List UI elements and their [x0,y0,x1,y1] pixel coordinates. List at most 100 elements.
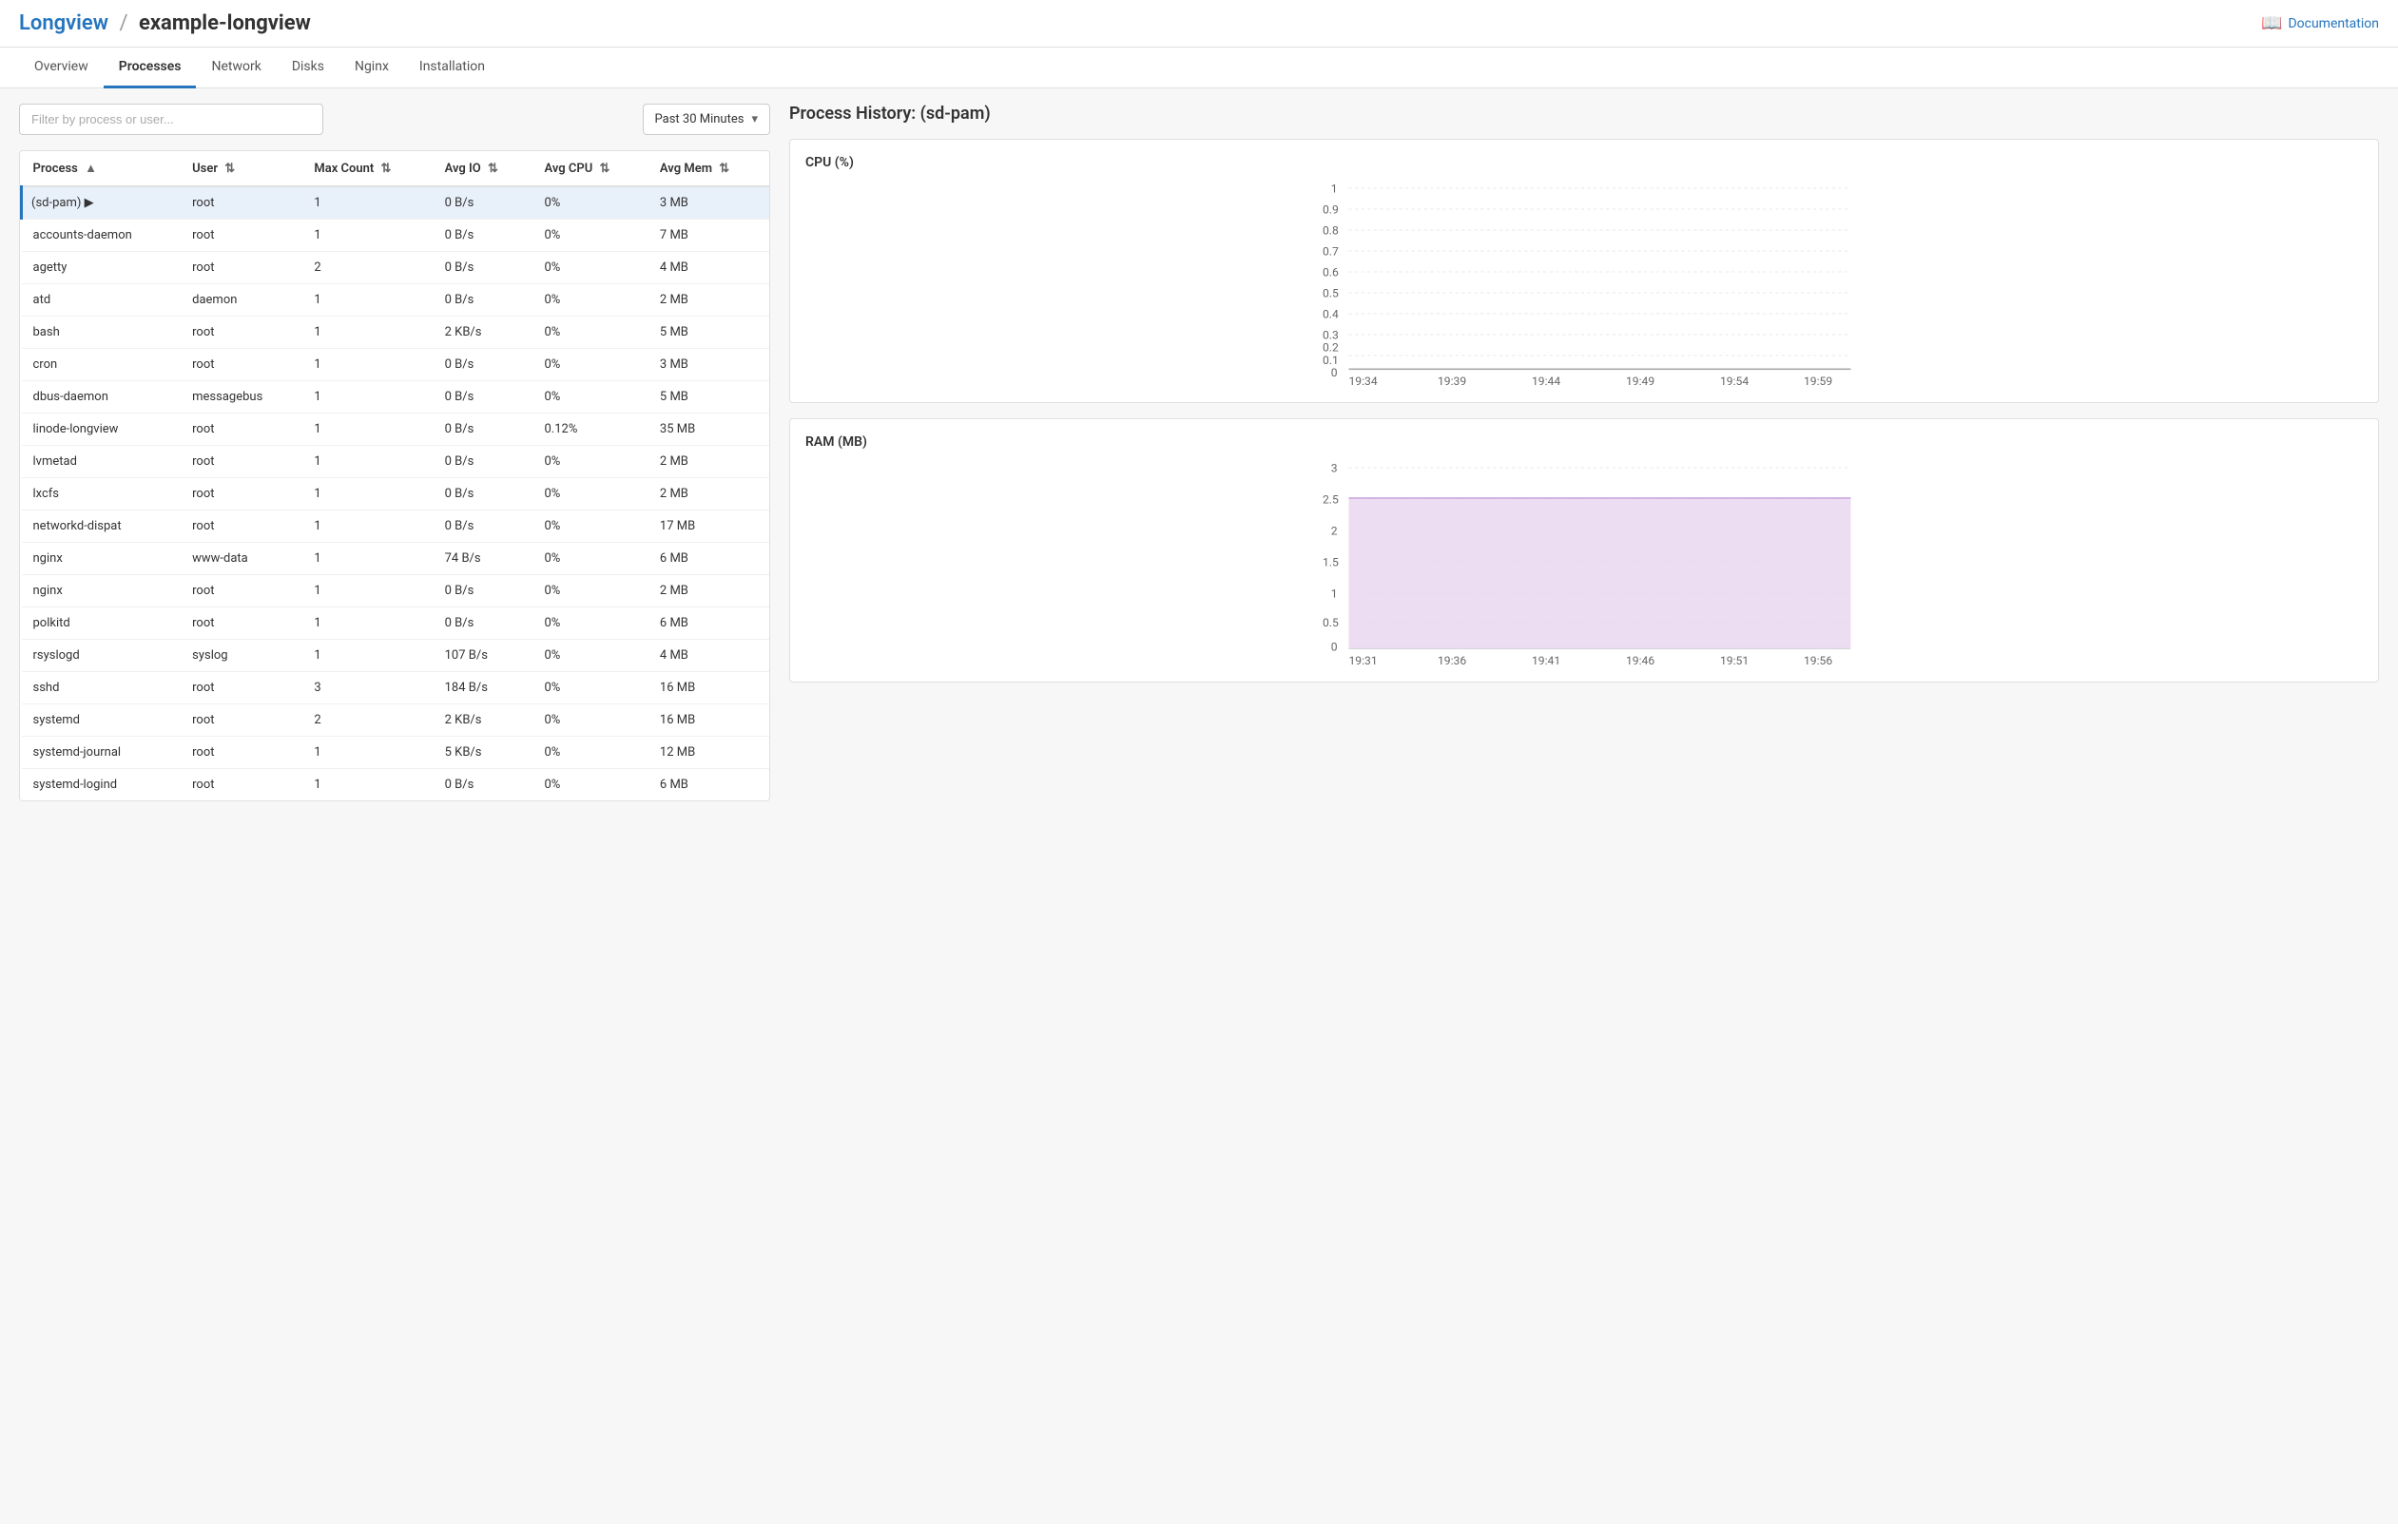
cell-avg-cpu: 0% [533,220,648,252]
cell-process: systemd-logind [22,769,182,801]
table-row[interactable]: lvmetadroot10 B/s0%2 MB [22,446,770,478]
table-row[interactable]: lxcfsroot10 B/s0%2 MB [22,478,770,510]
tab-overview[interactable]: Overview [19,48,104,88]
tab-network[interactable]: Network [196,48,276,88]
cell-avg-cpu: 0% [533,575,648,607]
table-row[interactable]: systemdroot22 KB/s0%16 MB [22,704,770,737]
cell-user: root [181,220,302,252]
tab-processes[interactable]: Processes [104,48,197,88]
cell-avg-mem: 2 MB [648,284,769,317]
cell-avg-mem: 5 MB [648,381,769,414]
table-row[interactable]: cronroot10 B/s0%3 MB [22,349,770,381]
documentation-link[interactable]: 📖 Documentation [2261,13,2379,33]
table-row[interactable]: networkd-dispatroot10 B/s0%17 MB [22,510,770,543]
col-user[interactable]: User ⇅ [181,151,302,186]
table-row[interactable]: systemd-logindroot10 B/s0%6 MB [22,769,770,801]
x-label-1956: 19:56 [1804,654,1832,666]
ram-y-label-2: 2 [1331,524,1338,537]
cell-avg-mem: 7 MB [648,220,769,252]
table-row[interactable]: (sd-pam) ▶root10 B/s0%3 MB [22,186,770,220]
table-row[interactable]: polkitdroot10 B/s0%6 MB [22,607,770,640]
cell-process: lvmetad [22,446,182,478]
cell-user: root [181,672,302,704]
cell-process: sshd [22,672,182,704]
cell-avg-io: 0 B/s [434,607,533,640]
processes-table: Process ▲ User ⇅ Max Count ⇅ Avg IO ⇅ Av… [20,151,769,800]
cell-avg-io: 107 B/s [434,640,533,672]
y-label-06: 0.6 [1323,265,1339,279]
cell-user: www-data [181,543,302,575]
x-label-1954: 19:54 [1720,375,1749,387]
tab-disks[interactable]: Disks [277,48,339,88]
tab-bar: Overview Processes Network Disks Nginx I… [0,48,2398,88]
time-select-value: Past 30 Minutes [655,112,745,126]
sort-asc-icon: ▲ [85,162,97,176]
cell-avg-io: 0 B/s [434,220,533,252]
cell-avg-mem: 6 MB [648,543,769,575]
cell-avg-io: 0 B/s [434,349,533,381]
col-avg-io[interactable]: Avg IO ⇅ [434,151,533,186]
tab-nginx[interactable]: Nginx [339,48,404,88]
cell-avg-io: 0 B/s [434,478,533,510]
cell-max-count: 1 [302,575,433,607]
brand-link[interactable]: Longview [19,11,108,35]
ram-y-label-3: 3 [1331,461,1338,474]
cell-avg-io: 2 KB/s [434,704,533,737]
cell-process: dbus-daemon [22,381,182,414]
col-avg-mem[interactable]: Avg Mem ⇅ [648,151,769,186]
ram-chart-label: RAM (MB) [805,434,2363,450]
table-row[interactable]: sshdroot3184 B/s0%16 MB [22,672,770,704]
cpu-chart-section: CPU (%) 1 0.9 0.8 0.7 0.6 0.5 0.4 0.3 0.… [789,139,2379,403]
table-row[interactable]: bashroot12 KB/s0%5 MB [22,317,770,349]
ram-chart-area: 3 2.5 2 1.5 1 0.5 0 [805,457,2363,666]
table-row[interactable]: accounts-daemonroot10 B/s0%7 MB [22,220,770,252]
y-label-01: 0.1 [1323,354,1339,367]
table-row[interactable]: systemd-journalroot15 KB/s0%12 MB [22,737,770,769]
table-row[interactable]: linode-longviewroot10 B/s0.12%35 MB [22,414,770,446]
col-max-count[interactable]: Max Count ⇅ [302,151,433,186]
x-label-1946: 19:46 [1626,654,1654,666]
ram-chart-section: RAM (MB) 3 2.5 2 1.5 1 0.5 0 [789,418,2379,683]
cell-avg-mem: 4 MB [648,252,769,284]
cell-avg-io: 0 B/s [434,381,533,414]
cell-max-count: 1 [302,317,433,349]
cell-max-count: 1 [302,640,433,672]
cell-user: root [181,704,302,737]
cell-user: root [181,446,302,478]
cell-process: networkd-dispat [22,510,182,543]
y-label-02: 0.2 [1323,341,1339,355]
cell-avg-cpu: 0% [533,317,648,349]
table-row[interactable]: nginxroot10 B/s0%2 MB [22,575,770,607]
cell-avg-cpu: 0% [533,510,648,543]
x-label-1944: 19:44 [1532,375,1560,387]
cell-avg-io: 5 KB/s [434,737,533,769]
cell-process: systemd [22,704,182,737]
table-row[interactable]: dbus-daemonmessagebus10 B/s0%5 MB [22,381,770,414]
cell-user: root [181,186,302,220]
right-panel: Process History: (sd-pam) CPU (%) 1 0.9 … [789,104,2379,1509]
tab-installation[interactable]: Installation [404,48,500,88]
y-label-09: 0.9 [1323,202,1339,216]
cell-process: cron [22,349,182,381]
time-select-dropdown[interactable]: Past 30 Minutes ▾ [643,104,770,135]
cell-avg-cpu: 0% [533,284,648,317]
table-row[interactable]: agettyroot20 B/s0%4 MB [22,252,770,284]
cell-process: nginx [22,575,182,607]
cell-process: (sd-pam) ▶ [22,186,182,220]
y-label-04: 0.4 [1323,307,1339,320]
page-name: example-longview [139,11,311,35]
x-label-1941: 19:41 [1532,654,1560,666]
cell-max-count: 1 [302,414,433,446]
table-row[interactable]: atddaemon10 B/s0%2 MB [22,284,770,317]
col-process[interactable]: Process ▲ [22,151,182,186]
cell-avg-mem: 35 MB [648,414,769,446]
cell-avg-cpu: 0% [533,704,648,737]
table-row[interactable]: rsyslogdsyslog1107 B/s0%4 MB [22,640,770,672]
cell-avg-io: 0 B/s [434,446,533,478]
table-row[interactable]: nginxwww-data174 B/s0%6 MB [22,543,770,575]
filter-input[interactable] [19,104,323,135]
y-label-03: 0.3 [1323,328,1339,341]
col-avg-cpu[interactable]: Avg CPU ⇅ [533,151,648,186]
cell-avg-cpu: 0% [533,543,648,575]
cell-avg-mem: 17 MB [648,510,769,543]
